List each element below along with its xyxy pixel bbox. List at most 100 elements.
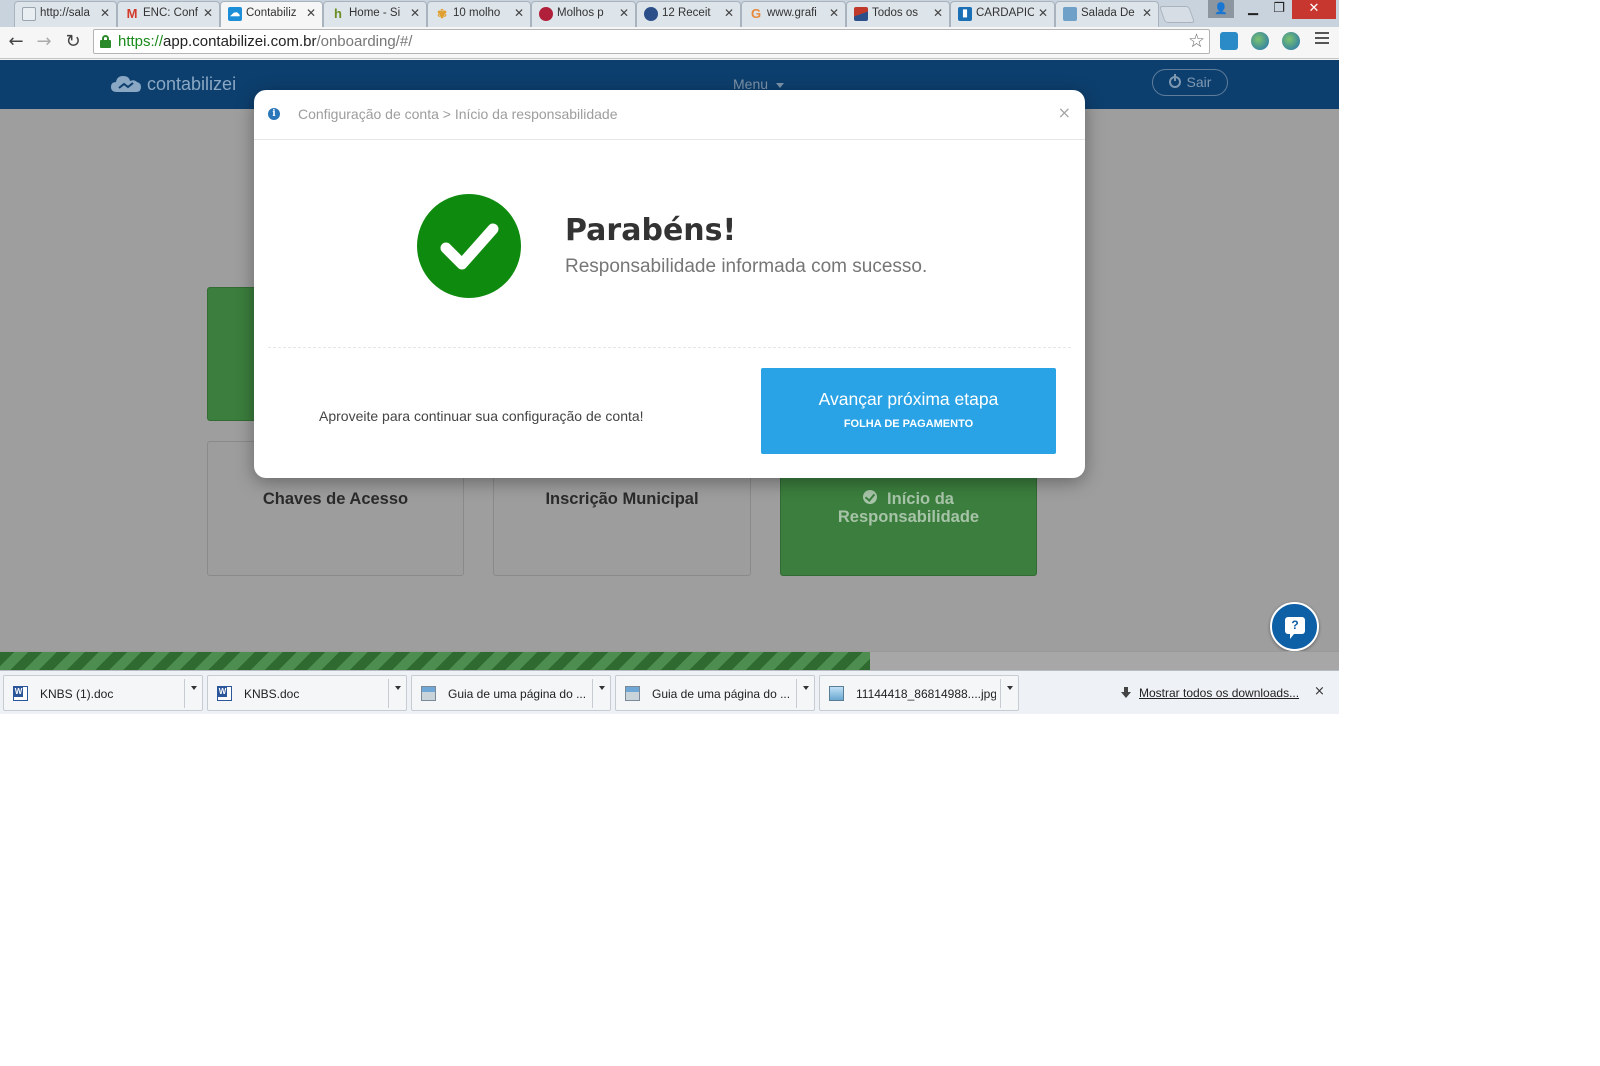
- extension-icon[interactable]: [1220, 32, 1238, 50]
- download-item[interactable]: 11144418_86814988....jpg: [819, 675, 1019, 711]
- tab-0[interactable]: http://sala ✕: [14, 1, 117, 27]
- tab-1[interactable]: M ENC: Conf ✕: [117, 1, 220, 27]
- reload-icon[interactable]: ↻: [62, 31, 84, 53]
- tab-close-icon[interactable]: ✕: [724, 6, 734, 20]
- close-icon[interactable]: ×: [1058, 103, 1071, 122]
- tab-title: www.grafi: [767, 7, 817, 19]
- tab-close-icon[interactable]: ✕: [933, 6, 943, 20]
- tab-2[interactable]: ☁ Contabiliz ✕: [220, 1, 323, 27]
- image-icon: [1063, 7, 1077, 21]
- url-scheme: https://: [118, 33, 164, 50]
- globe-icon: [644, 7, 658, 21]
- card-label-line2: Responsabilidade: [837, 508, 980, 526]
- tab-8[interactable]: Todos os ✕: [846, 1, 950, 27]
- show-all-label: Mostrar todos os downloads...: [1139, 686, 1300, 700]
- show-all-downloads-link[interactable]: Mostrar todos os downloads...: [1121, 686, 1299, 700]
- card-label-line1: Início da: [887, 490, 954, 508]
- success-title: Parabéns!: [565, 213, 737, 248]
- image-icon: [829, 686, 844, 701]
- dropdown-caret-icon[interactable]: [803, 686, 809, 690]
- next-step-sublabel: FOLHA DE PAGAMENTO: [843, 418, 974, 430]
- tab-title: http://sala: [40, 7, 90, 19]
- hamburger-menu-icon[interactable]: [1315, 32, 1329, 46]
- next-step-label: Avançar próxima etapa: [818, 389, 999, 409]
- url-text[interactable]: https://app.contabilizei.com.br/onboardi…: [118, 33, 412, 50]
- tab-close-icon[interactable]: ✕: [203, 6, 213, 20]
- url-path: /onboarding/#/: [316, 33, 413, 50]
- profile-icon[interactable]: 👤: [1208, 0, 1234, 18]
- modal-divider: [268, 347, 1071, 348]
- download-arrow-icon: [1121, 687, 1131, 698]
- tab-title: Todos os: [872, 7, 919, 19]
- tab-6[interactable]: 12 Receit ✕: [636, 1, 741, 27]
- onboarding-progress: [0, 651, 1339, 670]
- dropdown-caret-icon[interactable]: [191, 686, 197, 690]
- tab-3[interactable]: h Home - Si ✕: [323, 1, 427, 27]
- word-icon: [217, 686, 232, 701]
- cloud-logo-icon: [111, 76, 141, 93]
- dropdown-caret-icon[interactable]: [599, 686, 605, 690]
- tab-5[interactable]: Molhos p ✕: [531, 1, 636, 27]
- tab-close-icon[interactable]: ✕: [306, 6, 316, 20]
- tab-9[interactable]: ▮ CARDAPIO ✕: [950, 1, 1055, 27]
- minimize-icon[interactable]: ▁: [1240, 0, 1266, 19]
- download-name: 11144418_86814988....jpg: [856, 687, 996, 701]
- dropdown-caret-icon[interactable]: [395, 686, 401, 690]
- download-name: Guia de uma página do ...: [448, 687, 587, 701]
- bookmark-star-icon[interactable]: ☆: [1188, 30, 1205, 52]
- url-host: app.contabilizei.com.br: [163, 33, 317, 50]
- tab-title: Salada De: [1081, 7, 1135, 19]
- downloads-bar: KNBS (1).doc KNBS.doc Guia de uma página…: [0, 670, 1339, 714]
- logo[interactable]: contabilizei: [110, 73, 236, 97]
- tab-close-icon[interactable]: ✕: [829, 6, 839, 20]
- forward-icon[interactable]: →: [33, 31, 55, 53]
- screen: http://sala ✕ M ENC: Conf ✕ ☁ Contabiliz…: [0, 0, 1600, 1066]
- tab-title: 12 Receit: [662, 7, 711, 19]
- globe-extension-icon[interactable]: [1251, 32, 1269, 50]
- tab-close-icon[interactable]: ✕: [1142, 6, 1152, 20]
- tab-close-icon[interactable]: ✕: [514, 6, 524, 20]
- card-label: Início da Responsabilidade: [781, 490, 1036, 526]
- tab-strip: http://sala ✕ M ENC: Conf ✕ ☁ Contabiliz…: [0, 0, 1339, 27]
- browser-toolbar: ← → ↻ https://app.contabilizei.com.br/on…: [0, 27, 1339, 59]
- download-item[interactable]: Guia de uma página do ...: [411, 675, 611, 711]
- address-bar[interactable]: https://app.contabilizei.com.br/onboardi…: [93, 29, 1210, 54]
- word-icon: [13, 686, 28, 701]
- download-item[interactable]: Guia de uma página do ...: [615, 675, 815, 711]
- globe-extension-icon[interactable]: [1282, 32, 1300, 50]
- help-chat-button[interactable]: ?: [1270, 602, 1319, 651]
- tab-close-icon[interactable]: ✕: [1038, 6, 1048, 20]
- back-icon[interactable]: ←: [5, 31, 27, 53]
- next-step-button[interactable]: Avançar próxima etapa FOLHA DE PAGAMENTO: [761, 368, 1056, 454]
- download-name: KNBS.doc: [244, 687, 300, 701]
- tab-close-icon[interactable]: ✕: [619, 6, 629, 20]
- scanner-icon: [625, 686, 640, 701]
- restore-icon[interactable]: ❐: [1266, 0, 1292, 19]
- logo-text: contabilizei: [147, 73, 237, 94]
- power-icon: [1168, 74, 1181, 88]
- check-circle-icon: [863, 490, 878, 504]
- logout-button[interactable]: Sair: [1152, 69, 1228, 96]
- trello-icon: ▮: [958, 7, 972, 21]
- dropdown-caret-icon[interactable]: [1007, 686, 1013, 690]
- question-chat-icon: ?: [1285, 617, 1305, 639]
- window-close-icon[interactable]: ✕: [1292, 0, 1336, 19]
- tab-7[interactable]: G www.grafi ✕: [741, 1, 846, 27]
- tab-4[interactable]: ✾ 10 molho ✕: [427, 1, 531, 27]
- tab-close-icon[interactable]: ✕: [100, 6, 110, 20]
- google-icon: G: [750, 6, 762, 21]
- download-item[interactable]: KNBS.doc: [207, 675, 407, 711]
- success-modal: i Configuração de conta > Início da resp…: [254, 90, 1085, 478]
- tab-10[interactable]: Salada De ✕: [1055, 1, 1159, 27]
- download-item[interactable]: KNBS (1).doc: [3, 675, 203, 711]
- tab-title: Home - Si: [349, 7, 401, 19]
- new-tab-button[interactable]: [1158, 6, 1196, 23]
- caret-down-icon: [776, 82, 785, 88]
- tab-title: Contabiliz: [246, 7, 297, 19]
- page: contabilizei Menu Sair Chaves de Acesso …: [0, 60, 1339, 670]
- contabilizei-icon: ☁: [228, 7, 242, 21]
- downloads-close-icon[interactable]: ×: [1314, 684, 1325, 699]
- info-icon: i: [268, 108, 280, 120]
- tab-close-icon[interactable]: ✕: [410, 6, 420, 20]
- modal-header: i Configuração de conta > Início da resp…: [254, 90, 1085, 140]
